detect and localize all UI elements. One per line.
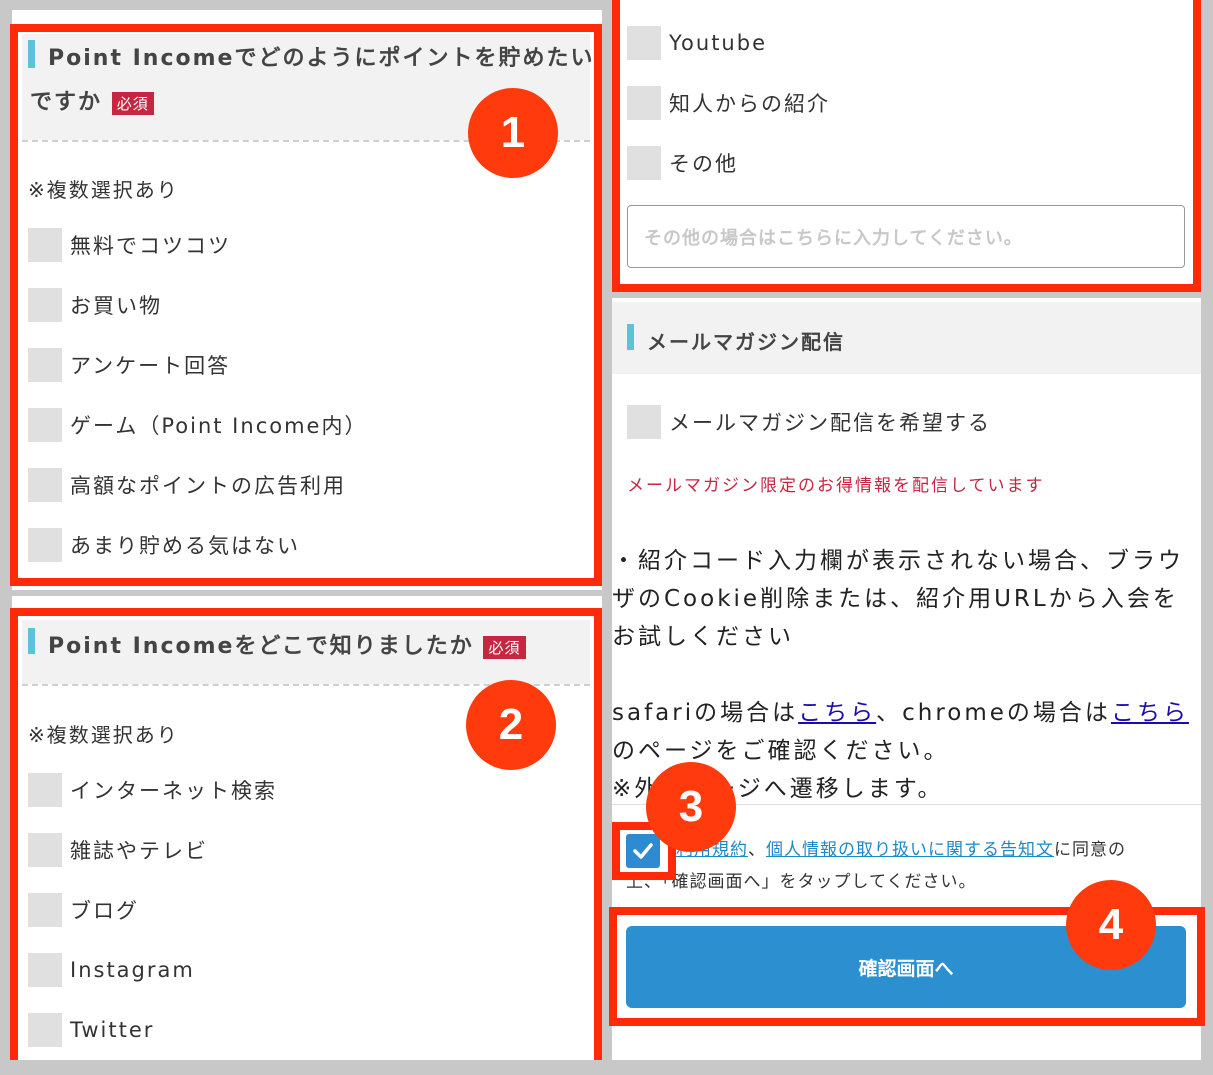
agree-text: 利用規約、個人情報の取り扱いに関する告知文に同意の [676, 840, 1126, 860]
step-badge-4: 4 [1066, 880, 1156, 970]
checkbox[interactable] [627, 405, 661, 439]
newsletter-title: メールマガジン配信 [647, 330, 845, 354]
newsletter-accent-bar [627, 324, 634, 350]
newsletter-promo: メールマガジン限定のお得情報を配信しています [627, 476, 1045, 496]
highlight-frame-2-continued [612, 0, 1201, 292]
newsletter-option[interactable]: メールマガジン配信を希望する [627, 405, 991, 439]
chrome-help-link[interactable]: こちら [1111, 700, 1189, 726]
privacy-link[interactable]: 個人情報の取り扱いに関する告知文 [766, 840, 1054, 860]
safari-help-link[interactable]: こちら [798, 700, 876, 726]
step-badge-2: 2 [466, 680, 556, 770]
step-badge-1: 1 [468, 88, 558, 178]
highlight-frame-2 [10, 608, 602, 1075]
bottom-strip [0, 1060, 1213, 1075]
agree-text-line2: 上、「確認画面へ」をタップしてください。 [626, 872, 977, 892]
step-badge-3: 3 [646, 762, 736, 852]
